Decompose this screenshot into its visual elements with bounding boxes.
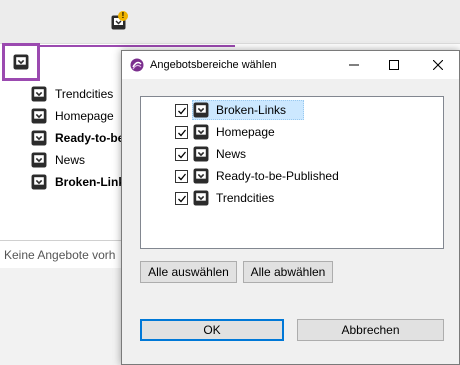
divider	[0, 240, 125, 241]
empty-offers-text: Keine Angebote vorh	[4, 248, 116, 262]
close-icon	[433, 60, 443, 70]
maximize-icon	[389, 60, 399, 70]
offer-areas-button[interactable]	[2, 43, 40, 81]
list-item-label: Homepage	[55, 109, 114, 123]
offer-box-icon	[31, 152, 47, 168]
offer-box-icon	[13, 54, 29, 70]
checklist-row[interactable]: Homepage	[141, 121, 441, 143]
checkbox[interactable]	[175, 170, 188, 183]
checkbox[interactable]	[175, 104, 188, 117]
empty-panel	[0, 268, 125, 365]
checkbox-check-icon	[178, 195, 187, 203]
list-item-label: Trendcities	[55, 87, 114, 101]
offer-box-icon	[31, 130, 47, 146]
checklist-row[interactable]: Ready-to-be-Published	[141, 165, 441, 187]
close-button[interactable]	[418, 51, 458, 79]
dialog-title: Angebotsbereiche wählen	[150, 59, 277, 71]
dialog-titlebar[interactable]: Angebotsbereiche wählen	[122, 51, 459, 79]
offer-box-icon	[193, 168, 209, 184]
minimize-icon	[349, 64, 359, 66]
list-item-label: Ready-to-be-	[55, 131, 129, 145]
checkbox[interactable]	[175, 192, 188, 205]
checklist-row[interactable]: Trendcities	[141, 187, 441, 209]
ok-button[interactable]: OK	[140, 319, 284, 341]
offer-box-icon	[31, 174, 47, 190]
checkbox-check-icon	[178, 151, 187, 159]
offer-box-icon	[193, 124, 209, 140]
offer-box-icon	[193, 102, 209, 118]
checkbox-check-icon	[178, 173, 187, 181]
deselect-all-button[interactable]: Alle abwählen	[243, 261, 333, 283]
checklist-row-label: Ready-to-be-Published	[216, 169, 339, 183]
offer-area-checklist[interactable]: Broken-Links Homepage News Ready-to-be-P…	[140, 96, 444, 249]
checklist-row-label: News	[216, 147, 247, 161]
checklist-row-label: Homepage	[216, 125, 275, 139]
checklist-row[interactable]: Broken-Links	[141, 99, 441, 121]
checklist-row-label: Trendcities	[216, 191, 275, 205]
checkbox[interactable]	[175, 126, 188, 139]
offer-areas-dialog: Angebotsbereiche wählen Broken-Links Hom…	[121, 50, 460, 365]
offer-box-icon	[193, 190, 209, 206]
offer-box-icon	[31, 86, 47, 102]
app-logo-icon	[130, 58, 144, 72]
offer-box-icon	[193, 146, 209, 162]
warning-badge-icon: !	[118, 11, 128, 21]
list-item-label: News	[55, 153, 86, 167]
cancel-button[interactable]: Abbrechen	[297, 319, 444, 341]
app-toolbar-area: !	[0, 0, 460, 44]
checklist-row[interactable]: News	[141, 143, 441, 165]
select-all-button[interactable]: Alle auswählen	[140, 261, 237, 283]
checkbox-check-icon	[178, 129, 187, 137]
checkbox-check-icon	[178, 107, 187, 115]
checklist-row-label: Broken-Links	[216, 103, 287, 117]
minimize-button[interactable]	[334, 51, 374, 79]
offer-box-icon	[31, 108, 47, 124]
maximize-button[interactable]	[374, 51, 414, 79]
active-tab-indicator	[40, 45, 235, 47]
checkbox[interactable]	[175, 148, 188, 161]
